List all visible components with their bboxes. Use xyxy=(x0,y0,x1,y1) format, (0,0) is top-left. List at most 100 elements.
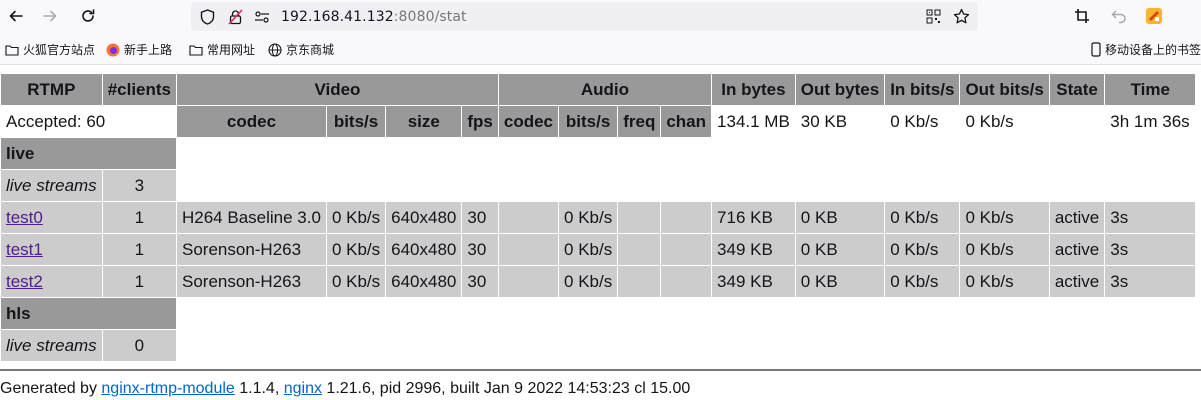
extension-icon xyxy=(1146,8,1162,24)
nginx-rtmp-module-link[interactable]: nginx-rtmp-module xyxy=(101,380,234,397)
stream-video-size: 640x480 xyxy=(386,202,462,233)
stream-out-bits: 0 Kb/s xyxy=(960,202,1049,233)
live-streams-label: live streams xyxy=(1,330,102,361)
undo-button[interactable] xyxy=(1107,5,1131,27)
url-path: :8080/stat xyxy=(393,9,467,25)
footer-divider xyxy=(0,369,1201,371)
stream-in-bytes: 349 KB xyxy=(712,266,795,297)
header-in-bits: In bits/s xyxy=(885,74,960,105)
header-out-bytes: Out bytes xyxy=(795,74,885,105)
qr-code-icon[interactable] xyxy=(925,8,942,25)
stream-clients: 1 xyxy=(102,266,176,297)
stream-link-test2[interactable]: test2 xyxy=(6,272,43,291)
stat-table: RTMP #clients Video Audio In bytes Out b… xyxy=(0,73,1196,362)
permissions-icon[interactable] xyxy=(253,8,270,25)
stream-name-cell: test1 xyxy=(1,234,102,265)
stat-page: RTMP #clients Video Audio In bytes Out b… xyxy=(0,73,1196,362)
subheader-video-bits: bits/s xyxy=(326,106,386,137)
footer-version: 1.1.4, xyxy=(234,380,284,397)
accepted-count: Accepted: 60 xyxy=(1,106,176,137)
footer-build-info: 1.21.6, pid 2996, built Jan 9 2022 14:53… xyxy=(321,380,691,397)
stream-audio-codec xyxy=(498,202,559,233)
subheader-video-fps: fps xyxy=(462,106,498,137)
reload-icon xyxy=(82,9,95,22)
url-text[interactable]: 192.168.41.132:8080/stat xyxy=(281,9,467,25)
bookmark-getting-started[interactable]: 新手上路 xyxy=(106,41,172,58)
stream-video-bits: 0 Kb/s xyxy=(326,202,386,233)
bookmarks-bar: 火狐官方站点 新手上路 常用网址 京东商城 移动设备上的书签 xyxy=(0,34,1201,65)
stream-in-bits: 0 Kb/s xyxy=(885,202,960,233)
bookmark-mobile[interactable]: 移动设备上的书签 xyxy=(1091,41,1201,58)
subheader-audio-bits: bits/s xyxy=(559,106,618,137)
url-bar[interactable]: 192.168.41.132:8080/stat xyxy=(191,2,978,31)
bookmark-label: 移动设备上的书签 xyxy=(1105,43,1201,57)
stream-row-test1: test1 1 Sorenson-H263 0 Kb/s 640x480 30 … xyxy=(1,234,1196,265)
app-name-live: live xyxy=(1,138,176,169)
stream-audio-bits: 0 Kb/s xyxy=(559,234,618,265)
stream-time: 3s xyxy=(1105,202,1196,233)
stream-clients: 1 xyxy=(102,234,176,265)
stream-video-fps: 30 xyxy=(462,202,498,233)
header-row: RTMP #clients Video Audio In bytes Out b… xyxy=(1,74,1196,105)
extension-button[interactable] xyxy=(1142,5,1166,27)
bookmark-folder-firefox[interactable]: 火狐官方站点 xyxy=(5,41,95,58)
stream-out-bytes: 0 KB xyxy=(795,202,885,233)
stream-video-codec: H264 Baseline 3.0 xyxy=(177,202,326,233)
footer: Generated by nginx-rtmp-module 1.1.4, ng… xyxy=(0,380,690,398)
bookmark-folder-common[interactable]: 常用网址 xyxy=(189,41,255,58)
stream-time: 3s xyxy=(1105,266,1196,297)
subheader-audio-chan: chan xyxy=(661,106,712,137)
reload-button[interactable] xyxy=(76,5,100,27)
stream-audio-codec xyxy=(498,234,559,265)
stream-audio-freq xyxy=(618,234,661,265)
stream-link-test0[interactable]: test0 xyxy=(6,208,43,227)
hls-streams-row: live streams 0 xyxy=(1,330,1195,361)
stream-state: active xyxy=(1049,202,1105,233)
stream-link-test1[interactable]: test1 xyxy=(6,240,43,259)
stream-audio-bits: 0 Kb/s xyxy=(559,266,618,297)
shield-icon[interactable] xyxy=(199,8,216,25)
stream-out-bits: 0 Kb/s xyxy=(960,234,1049,265)
back-button[interactable] xyxy=(4,5,28,27)
uptime: 3h 1m 36s xyxy=(1105,106,1196,137)
star-bookmark-icon[interactable] xyxy=(953,8,970,25)
insecure-lock-icon[interactable] xyxy=(227,8,244,25)
footer-prefix: Generated by xyxy=(0,380,102,397)
live-streams-count: 3 xyxy=(102,170,176,201)
header-in-bytes: In bytes xyxy=(712,74,795,105)
stream-video-codec: Sorenson-H263 xyxy=(177,234,326,265)
subheader-audio-freq: freq xyxy=(618,106,661,137)
app-name-hls: hls xyxy=(1,298,176,329)
bookmark-label: 常用网址 xyxy=(207,43,256,57)
header-clients: #clients xyxy=(102,74,176,105)
stream-audio-bits: 0 Kb/s xyxy=(559,202,618,233)
header-video: Video xyxy=(177,74,498,105)
stream-audio-chan xyxy=(661,266,712,297)
app-row-live: live xyxy=(1,138,1195,169)
stream-audio-chan xyxy=(661,234,712,265)
stream-out-bits: 0 Kb/s xyxy=(960,266,1049,297)
url-host: 192.168.41.132 xyxy=(281,9,394,25)
forward-button[interactable] xyxy=(38,5,62,27)
bookmark-jd[interactable]: 京东商城 xyxy=(268,41,334,58)
folder-icon xyxy=(189,44,203,56)
firefox-icon xyxy=(106,43,120,56)
subheader-video-size: size xyxy=(386,106,462,137)
crop-screenshot-button[interactable] xyxy=(1070,5,1094,27)
stream-video-size: 640x480 xyxy=(386,234,462,265)
stream-name-cell: test0 xyxy=(1,202,102,233)
bookmark-label: 火狐官方站点 xyxy=(23,43,96,57)
stream-video-bits: 0 Kb/s xyxy=(326,266,386,297)
nginx-link[interactable]: nginx xyxy=(284,380,322,397)
total-state xyxy=(1049,106,1105,137)
total-out-bytes: 30 KB xyxy=(795,106,885,137)
header-out-bits: Out bits/s xyxy=(960,74,1049,105)
undo-icon xyxy=(1111,10,1126,24)
header-rtmp: RTMP xyxy=(1,74,102,105)
live-streams-row: live streams 3 xyxy=(1,170,1195,201)
summary-row: Accepted: 60 codec bits/s size fps codec… xyxy=(1,106,1196,137)
folder-icon xyxy=(5,44,19,56)
stream-time: 3s xyxy=(1105,234,1196,265)
header-state: State xyxy=(1049,74,1105,105)
stream-video-codec: Sorenson-H263 xyxy=(177,266,326,297)
